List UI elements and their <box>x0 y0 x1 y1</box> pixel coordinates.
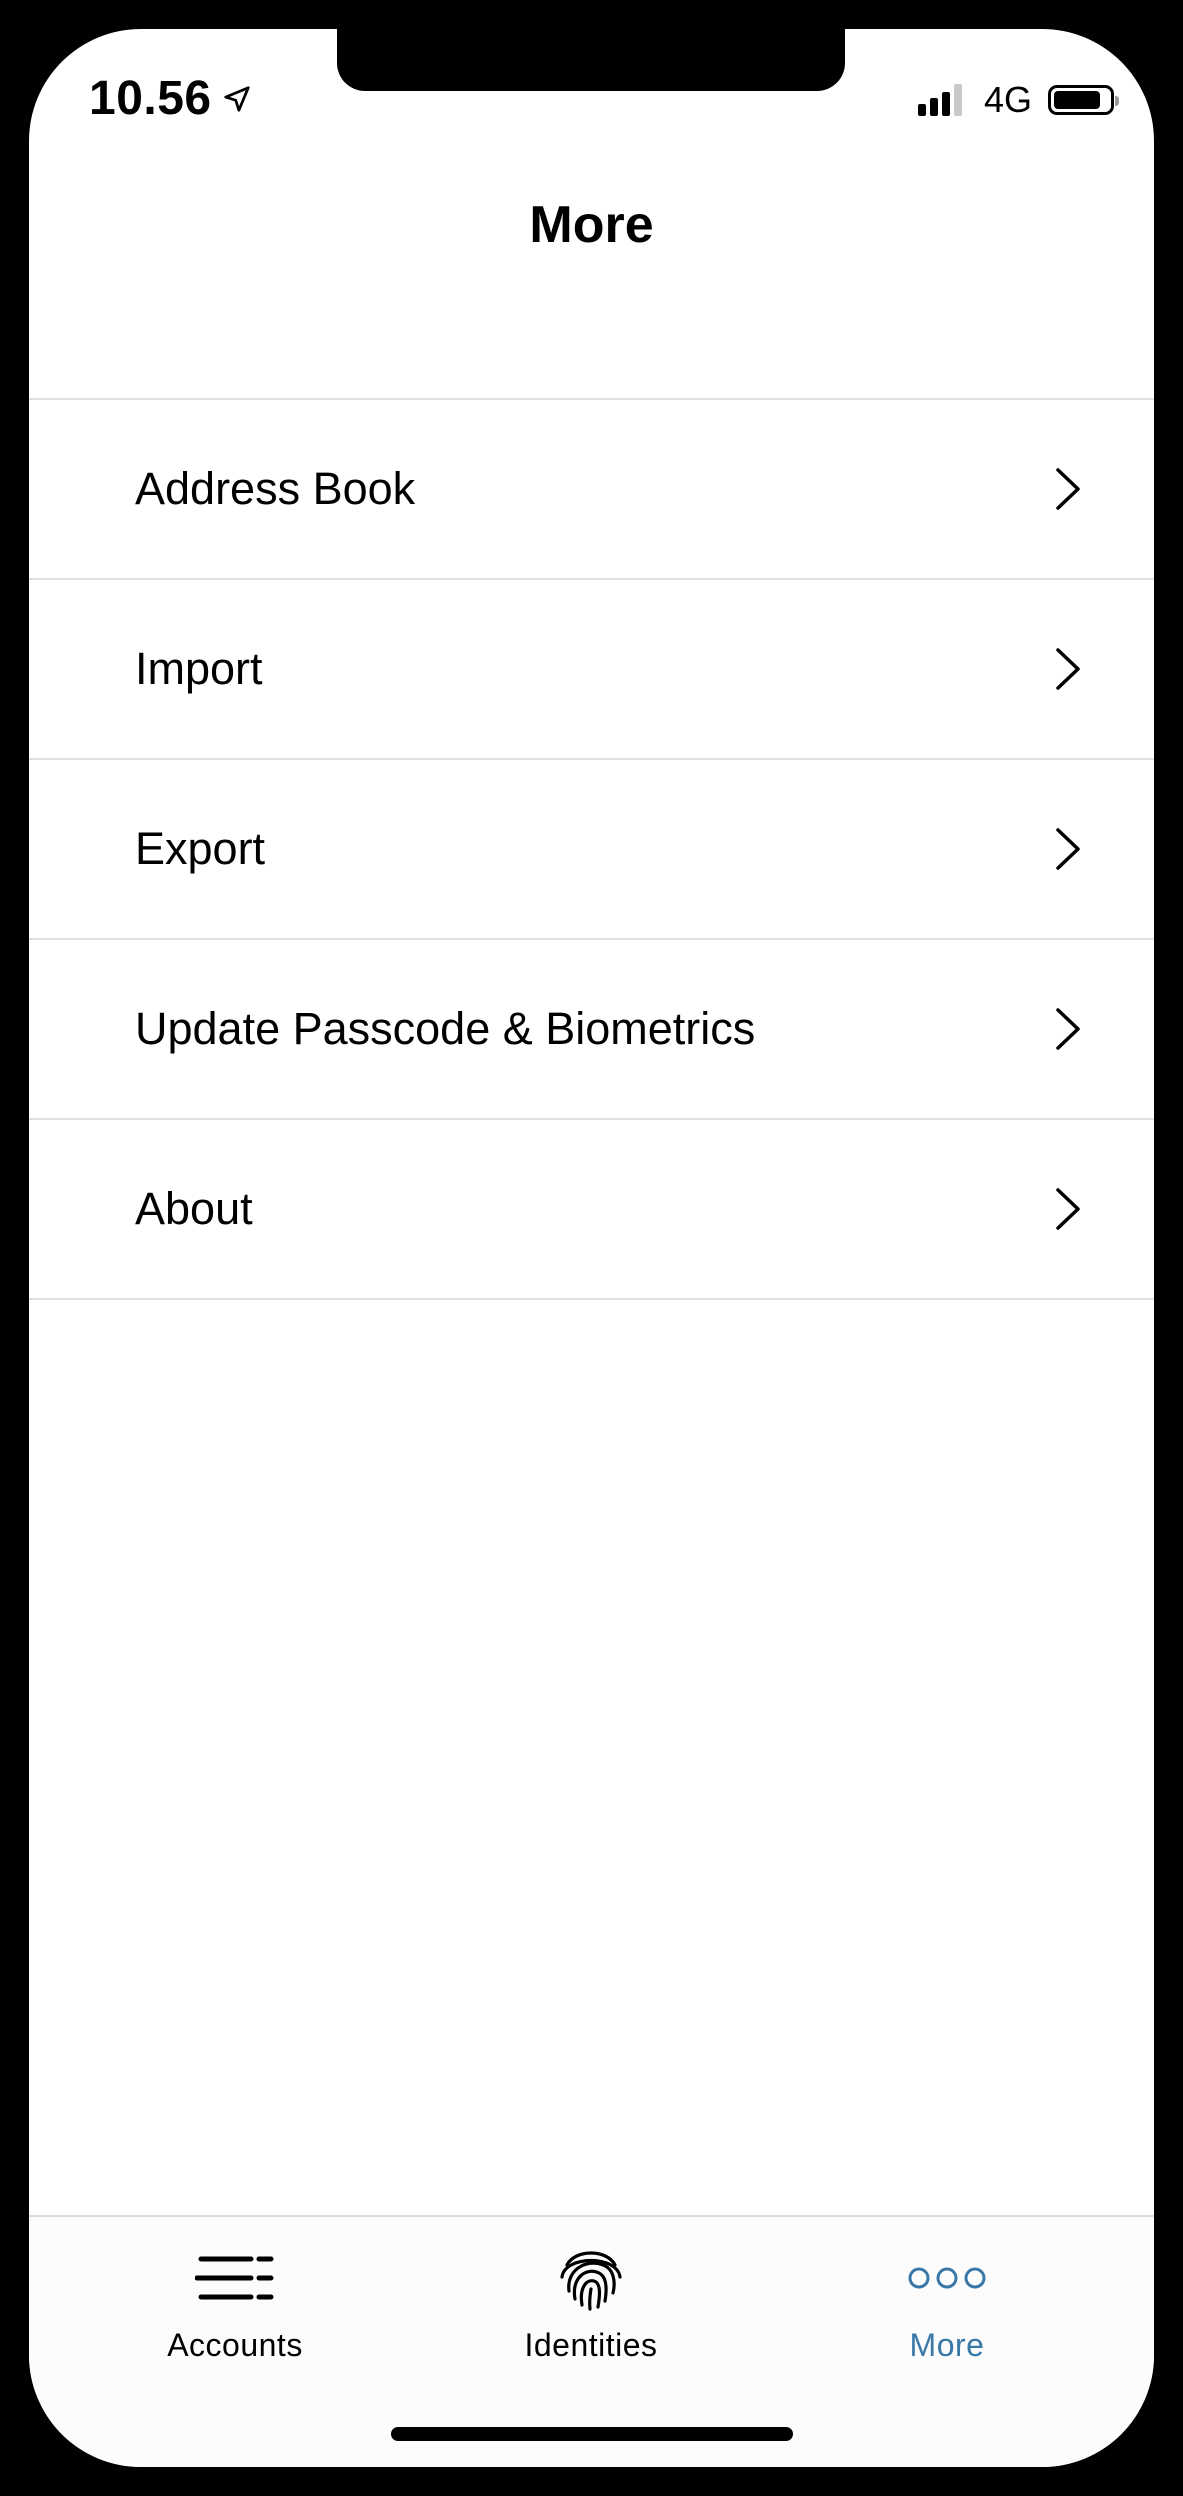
tab-more[interactable]: More <box>797 2217 1097 2387</box>
menu-item-about[interactable]: About <box>29 1120 1154 1300</box>
status-bar-indicators: 4G <box>917 79 1119 121</box>
chevron-right-icon <box>1056 828 1080 870</box>
tab-accounts[interactable]: Accounts <box>85 2217 385 2387</box>
cellular-signal-icon <box>917 84 966 116</box>
more-menu-list: Address Book Import Export Update Passco… <box>29 398 1154 1300</box>
chevron-right-icon <box>1056 648 1080 690</box>
menu-item-label: Update Passcode & Biometrics <box>135 1003 756 1054</box>
menu-item-label: Address Book <box>135 463 416 514</box>
tab-label: Accounts <box>167 2327 303 2363</box>
list-icon <box>195 2256 274 2300</box>
page-title: More <box>529 196 654 254</box>
location-arrow-icon <box>224 85 250 112</box>
tab-label: Identities <box>524 2327 658 2363</box>
app-screen: 10.56 4G More Address Book Import Export… <box>29 29 1154 2467</box>
menu-item-label: About <box>135 1183 253 1234</box>
status-bar-time: 10.56 <box>89 71 252 126</box>
menu-item-address-book[interactable]: Address Book <box>29 400 1154 580</box>
tab-label: More <box>909 2327 985 2363</box>
tab-identities[interactable]: Identities <box>441 2217 741 2387</box>
menu-item-label: Export <box>135 823 266 874</box>
chevron-right-icon <box>1056 1008 1080 1050</box>
chevron-right-icon <box>1056 1188 1080 1230</box>
home-indicator[interactable] <box>391 2427 793 2441</box>
time-text: 10.56 <box>89 72 212 125</box>
menu-item-update-passcode[interactable]: Update Passcode & Biometrics <box>29 940 1154 1120</box>
notch <box>337 29 845 91</box>
chevron-right-icon <box>1056 468 1080 510</box>
more-dots-icon <box>908 2267 986 2289</box>
fingerprint-icon <box>560 2251 622 2311</box>
menu-item-export[interactable]: Export <box>29 760 1154 940</box>
menu-item-label: Import <box>135 643 263 694</box>
network-type: 4G <box>983 79 1032 120</box>
device-frame: 10.56 4G More Address Book Import Export… <box>0 0 1183 2496</box>
menu-item-import[interactable]: Import <box>29 580 1154 760</box>
battery-icon <box>1048 85 1119 115</box>
